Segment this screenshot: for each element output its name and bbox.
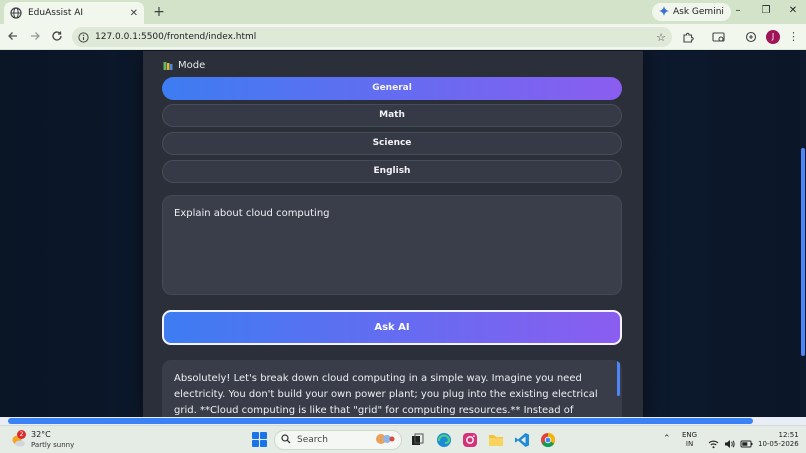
profile-avatar[interactable]: J [766,30,780,44]
ask-ai-button[interactable]: Ask AI [162,310,622,345]
page-vertical-scrollbar[interactable] [800,51,806,417]
windows-taskbar: 2 32°C Partly sunny Search ⌃ ENG IN 12:5… [0,425,806,453]
tab-eduassist[interactable]: EduAssist AI ✕ [4,2,144,24]
search-highlight-icon [375,433,395,448]
mode-button-general[interactable]: General [162,77,622,100]
browser-toolbar: 127.0.0.1:5500/frontend/index.html ☆ J ⋮ [0,24,806,50]
question-input[interactable]: Explain about cloud computing [162,195,622,295]
battery-icon[interactable] [740,434,753,453]
url-text[interactable]: 127.0.0.1:5500/frontend/index.html [95,32,656,42]
answer-scrollbar[interactable] [617,360,620,396]
weather-badge: 2 [17,430,26,439]
tray-overflow-chevron-icon[interactable]: ⌃ [663,434,671,444]
taskbar-search[interactable]: Search [274,430,402,450]
forward-arrow-icon[interactable] [28,30,42,44]
sun-cloud-icon: 2 [10,430,26,448]
restore-button[interactable]: ❐ [759,4,773,18]
file-explorer-icon[interactable] [487,431,504,448]
clock-date: 10-05-2026 [758,440,799,448]
books-icon [163,61,173,71]
mode-button-english[interactable]: English [162,160,622,183]
minimize-button[interactable]: – [731,4,745,18]
address-bar[interactable]: 127.0.0.1:5500/frontend/index.html ☆ [72,27,672,47]
mode-button-science[interactable]: Science [162,132,622,155]
chrome-icon[interactable] [539,431,556,448]
language-indicator[interactable]: ENG IN [682,431,697,449]
search-placeholder: Search [297,435,328,445]
page-viewport: Mode General Math Science English Explai… [0,51,806,417]
weather-condition: Partly sunny [31,441,75,449]
back-arrow-icon[interactable] [6,30,20,44]
horizontal-scroll-thumb[interactable] [8,418,753,424]
bookmark-star-icon[interactable]: ☆ [656,31,666,44]
ask-gemini-button[interactable]: Ask Gemini [652,3,731,21]
window-close-button[interactable]: ✕ [786,4,800,18]
close-tab-icon[interactable]: ✕ [130,8,138,19]
weather-widget[interactable]: 2 32°C Partly sunny [10,430,74,450]
answer-text: Absolutely! Let's break down cloud compu… [174,373,598,416]
mode-heading: Mode [163,60,205,71]
new-tab-button[interactable]: + [150,3,168,21]
temperature: 32°C [31,430,51,439]
page-horizontal-scrollbar[interactable] [0,417,806,425]
mode-label: Mode [178,60,206,71]
wifi-icon[interactable] [708,434,719,453]
menu-kebab-icon[interactable]: ⋮ [788,30,799,44]
ask-gemini-label: Ask Gemini [673,7,724,17]
answer-output: Absolutely! Let's break down cloud compu… [162,360,622,417]
extensions-icon[interactable] [681,30,695,44]
search-icon [281,433,291,447]
cast-media-icon[interactable] [711,30,725,44]
reload-icon[interactable] [50,30,64,44]
lang-secondary: IN [685,440,694,448]
system-clock[interactable]: 12:51 10-05-2026 [758,431,799,449]
clock-time: 12:51 [778,431,799,439]
instagram-icon[interactable] [461,431,478,448]
edge-browser-icon[interactable] [435,431,452,448]
sync-icon[interactable] [744,30,758,44]
task-view-icon[interactable] [408,431,425,448]
mode-button-math[interactable]: Math [162,104,622,127]
vscode-icon[interactable] [513,431,530,448]
site-info-icon[interactable] [78,28,89,47]
lang-primary: ENG [682,431,698,439]
gemini-sparkle-icon [659,5,669,19]
browser-tab-strip: EduAssist AI ✕ + Ask Gemini – ❐ ✕ [0,0,806,24]
tab-title: EduAssist AI [28,8,84,18]
eduassist-panel: Mode General Math Science English Explai… [143,51,643,417]
start-windows-icon[interactable] [252,432,267,447]
globe-icon [10,7,22,19]
page-scroll-thumb[interactable] [801,148,805,356]
volume-icon[interactable] [724,434,735,453]
